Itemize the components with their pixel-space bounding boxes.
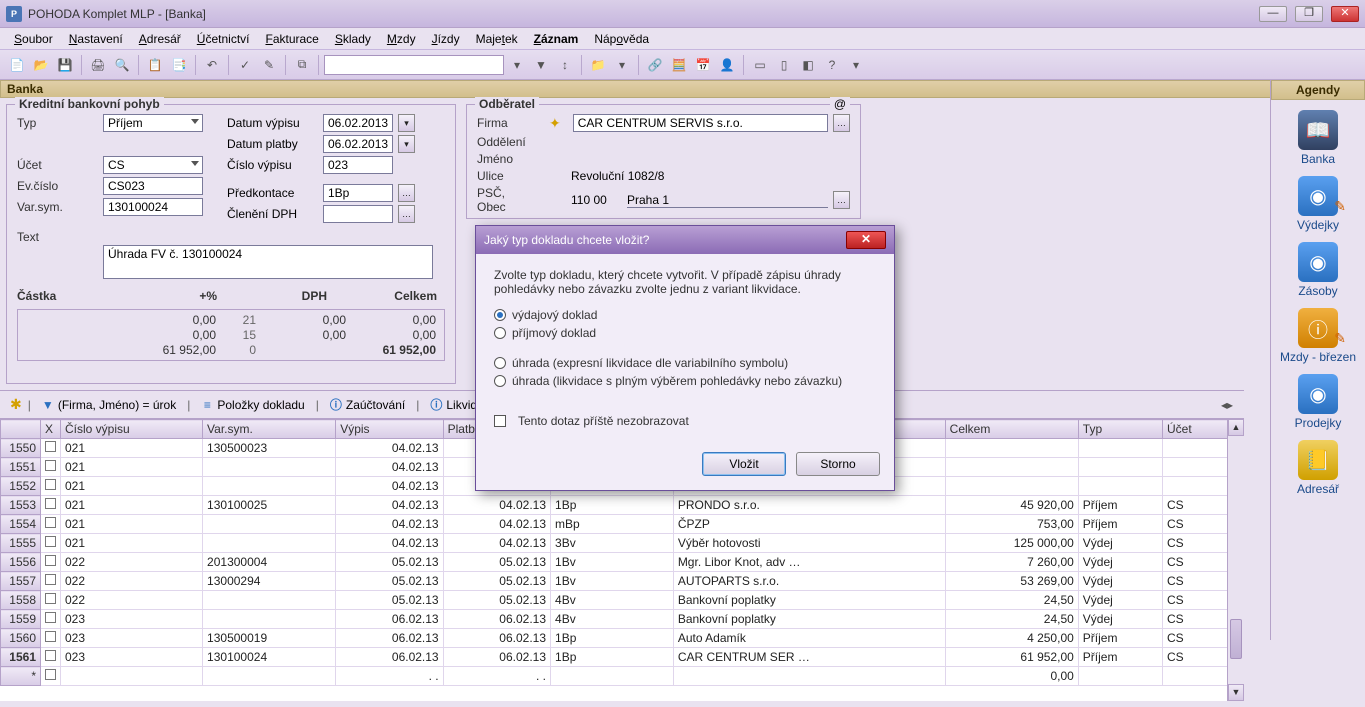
radio-prijmovy[interactable]: příjmový doklad bbox=[494, 326, 876, 340]
radio-icon bbox=[494, 375, 506, 387]
dialog-title: Jaký typ dokladu chcete vložit? bbox=[484, 233, 649, 247]
radio-uhrada-expres[interactable]: úhrada (expresní likvidace dle variabiln… bbox=[494, 356, 876, 370]
dialog-cancel-button[interactable]: Storno bbox=[796, 452, 880, 476]
dialog-vlozit-doklad: Jaký typ dokladu chcete vložit? ✕ Zvolte… bbox=[475, 225, 895, 491]
modal-overlay: Jaký typ dokladu chcete vložit? ✕ Zvolte… bbox=[0, 0, 1365, 707]
checkbox-icon bbox=[494, 415, 506, 427]
radio-icon bbox=[494, 357, 506, 369]
dialog-intro: Zvolte typ dokladu, který chcete vytvoři… bbox=[494, 268, 876, 296]
checkbox-dontask[interactable]: Tento dotaz příště nezobrazovat bbox=[494, 414, 876, 428]
dialog-close-icon[interactable]: ✕ bbox=[846, 231, 886, 249]
dialog-titlebar[interactable]: Jaký typ dokladu chcete vložit? ✕ bbox=[476, 226, 894, 254]
radio-icon bbox=[494, 327, 506, 339]
radio-icon bbox=[494, 309, 506, 321]
radio-vydajovy[interactable]: výdajový doklad bbox=[494, 308, 876, 322]
dialog-ok-button[interactable]: Vložit bbox=[702, 452, 786, 476]
radio-uhrada-plna[interactable]: úhrada (likvidace s plným výběrem pohled… bbox=[494, 374, 876, 388]
